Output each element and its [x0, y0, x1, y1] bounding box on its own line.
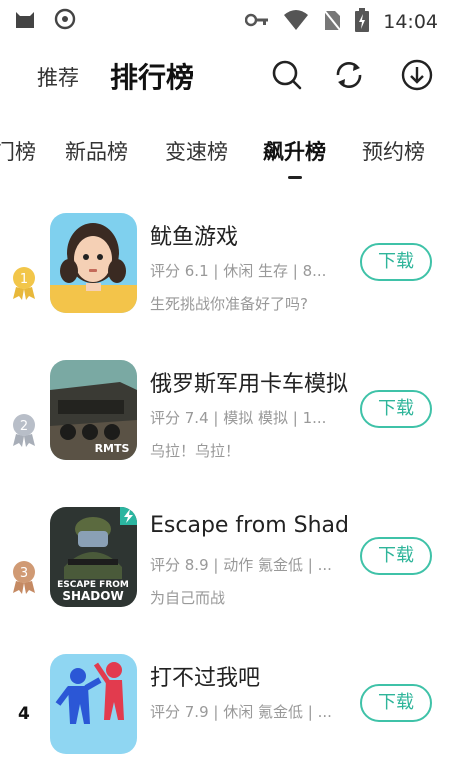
tab-hot[interactable]: 门榜 [0, 136, 36, 166]
app-icon-beat-me[interactable] [50, 654, 137, 754]
download-button[interactable]: 下载 [360, 537, 432, 575]
download-button[interactable]: 下载 [360, 684, 432, 722]
app-icon-military-truck[interactable]: RMTS [50, 360, 137, 460]
status-time: 14:04 [383, 11, 438, 33]
battery-charging-icon [355, 8, 370, 36]
app-name[interactable]: Escape from Shad... [150, 513, 350, 538]
list-item[interactable]: 3 ESCAPE FROM SHADOW Escape from Shad...… [0, 507, 450, 637]
tab-rising[interactable]: 飙升榜 [263, 136, 326, 166]
active-tab-indicator [288, 176, 302, 179]
app-desc: 生死挑战你准备好了吗? [150, 295, 308, 313]
app-meta: 评分 6.1 | 休闲 生存 | 8... [150, 262, 327, 280]
gold-medal-icon: 1 [10, 265, 38, 301]
wifi-icon [283, 9, 309, 35]
top-header: 推荐 排行榜 [0, 48, 450, 104]
app-meta: 评分 7.4 | 模拟 模拟 | 1... [150, 409, 327, 427]
list-item[interactable]: 1 鱿鱼游戏 评分 6.1 | 休闲 生存 | 8... 生死挑战你准备好了吗?… [0, 213, 450, 343]
app-meta: 评分 7.9 | 休闲 氪金低 | ... [150, 703, 332, 721]
svg-text:1: 1 [20, 272, 28, 287]
page-title[interactable]: 排行榜 [110, 56, 194, 96]
tab-speed[interactable]: 变速榜 [165, 136, 228, 166]
app-meta: 评分 8.9 | 动作 氪金低 | ... [150, 556, 332, 574]
app-name[interactable]: 打不过我吧 [150, 660, 260, 692]
rank-number: 4 [18, 704, 30, 724]
app-desc: 乌拉！乌拉！ [150, 442, 241, 460]
record-icon [54, 8, 76, 34]
svg-text:2: 2 [20, 419, 28, 434]
tab-reserve[interactable]: 预约榜 [362, 136, 425, 166]
search-icon[interactable] [270, 58, 304, 92]
status-bar: 14:04 [0, 0, 450, 40]
cat-icon [14, 8, 36, 34]
tab-new[interactable]: 新品榜 [65, 136, 128, 166]
download-icon[interactable] [400, 58, 434, 92]
download-button[interactable]: 下载 [360, 243, 432, 281]
download-button[interactable]: 下载 [360, 390, 432, 428]
svg-text:SHADOW: SHADOW [62, 589, 123, 603]
app-icon-squid-game[interactable] [50, 213, 137, 313]
bronze-medal-icon: 3 [10, 559, 38, 595]
list-item[interactable]: 2 RMTS 俄罗斯军用卡车模拟 评分 7.4 | 模拟 模拟 | 1... 乌… [0, 360, 450, 490]
refresh-icon[interactable] [332, 58, 366, 92]
rank-tabs: 门榜 新品榜 变速榜 飙升榜 预约榜 [0, 130, 450, 180]
key-icon [244, 10, 269, 34]
tab-recommend[interactable]: 推荐 [37, 62, 79, 92]
svg-text:3: 3 [20, 566, 28, 581]
app-name[interactable]: 俄罗斯军用卡车模拟 [150, 366, 348, 398]
list-item[interactable]: 4 打不过我吧 评分 7.9 | 休闲 氪金低 | ... 下载 [0, 654, 450, 784]
app-name[interactable]: 鱿鱼游戏 [150, 219, 238, 251]
app-icon-escape-from-shadow[interactable]: ESCAPE FROM SHADOW [50, 507, 137, 607]
silver-medal-icon: 2 [10, 412, 38, 448]
svg-text:RMTS: RMTS [95, 442, 130, 455]
app-desc: 为自己而战 [150, 589, 226, 607]
no-sim-icon [323, 9, 342, 35]
